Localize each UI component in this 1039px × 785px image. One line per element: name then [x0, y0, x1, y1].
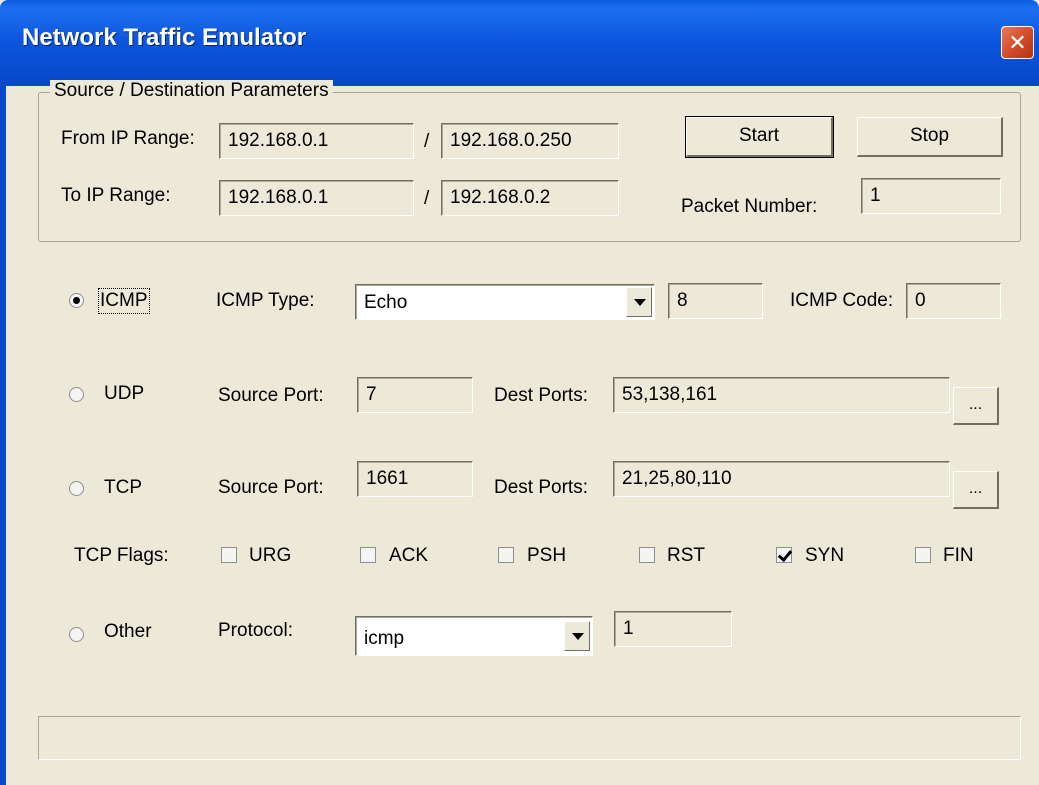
close-button[interactable]: ✕	[1001, 26, 1034, 59]
tcp-radio[interactable]	[69, 481, 84, 496]
flag-psh-checkbox[interactable]	[498, 547, 514, 563]
title-bar[interactable]: Network Traffic Emulator ✕	[0, 0, 1039, 86]
udp-dest-ports-field[interactable]: 53,138,161	[613, 377, 950, 413]
from-range-separator: /	[424, 131, 430, 152]
packet-number-label: Packet Number:	[681, 196, 818, 217]
flag-syn-checkbox[interactable]	[776, 547, 792, 563]
source-destination-group	[38, 92, 1021, 242]
protocol-number-field[interactable]: 1	[614, 611, 732, 647]
icmp-type-dropdown[interactable]: Echo	[355, 284, 655, 320]
tcp-source-port-label: Source Port:	[218, 477, 324, 498]
tcp-dest-ports-field[interactable]: 21,25,80,110	[613, 461, 950, 497]
flag-psh-label[interactable]: PSH	[527, 545, 566, 567]
tcp-dest-ports-browse-button[interactable]: ...	[953, 471, 999, 509]
from-ip-start-field[interactable]: 192.168.0.1	[219, 123, 414, 159]
flag-ack-checkbox[interactable]	[360, 547, 376, 563]
udp-source-port-field[interactable]: 7	[357, 377, 473, 413]
icmp-type-label: ICMP Type:	[216, 290, 315, 311]
tcp-source-port-field[interactable]: 1661	[357, 461, 473, 497]
protocol-dropdown[interactable]: icmp	[355, 616, 593, 656]
udp-dest-ports-browse-button[interactable]: ...	[953, 387, 999, 425]
from-ip-end-field[interactable]: 192.168.0.250	[441, 123, 619, 159]
stop-button[interactable]: Stop	[857, 117, 1003, 157]
group-legend: Source / Destination Parameters	[50, 80, 333, 102]
window-title: Network Traffic Emulator	[22, 24, 307, 51]
icmp-code-field[interactable]: 0	[906, 283, 1001, 319]
start-button[interactable]: Start	[685, 116, 834, 158]
protocol-value: icmp	[364, 628, 405, 649]
flag-fin-label[interactable]: FIN	[943, 545, 974, 567]
icmp-radio-label[interactable]: ICMP	[98, 288, 150, 314]
from-ip-range-label: From IP Range:	[61, 128, 195, 149]
other-radio-label[interactable]: Other	[104, 621, 152, 643]
protocol-label: Protocol:	[218, 620, 293, 641]
udp-radio[interactable]	[69, 387, 84, 402]
flag-syn-label[interactable]: SYN	[805, 545, 844, 567]
status-bar	[38, 716, 1021, 760]
tcp-flags-label: TCP Flags:	[74, 545, 169, 566]
flag-fin-checkbox[interactable]	[915, 547, 931, 563]
to-ip-start-field[interactable]: 192.168.0.1	[219, 180, 414, 216]
close-icon: ✕	[1008, 30, 1027, 55]
udp-source-port-label: Source Port:	[218, 385, 324, 406]
to-ip-end-field[interactable]: 192.168.0.2	[441, 180, 619, 216]
packet-number-field[interactable]: 1	[861, 178, 1001, 214]
udp-radio-label[interactable]: UDP	[104, 383, 144, 405]
to-range-separator: /	[424, 188, 430, 209]
chevron-down-icon[interactable]	[626, 287, 652, 317]
udp-dest-ports-label: Dest Ports:	[494, 385, 588, 406]
icmp-type-value: Echo	[364, 292, 408, 313]
chevron-down-icon[interactable]	[564, 621, 590, 651]
flag-urg-label[interactable]: URG	[249, 545, 291, 567]
flag-ack-label[interactable]: ACK	[389, 545, 428, 567]
flag-urg-checkbox[interactable]	[221, 547, 237, 563]
icmp-radio[interactable]	[69, 293, 84, 308]
flag-rst-checkbox[interactable]	[639, 547, 655, 563]
icmp-type-number-field[interactable]: 8	[668, 283, 763, 319]
to-ip-range-label: To IP Range:	[61, 185, 171, 206]
flag-rst-label[interactable]: RST	[667, 545, 705, 567]
icmp-code-label: ICMP Code:	[790, 290, 894, 311]
tcp-dest-ports-label: Dest Ports:	[494, 477, 588, 498]
other-radio[interactable]	[69, 627, 84, 642]
tcp-radio-label[interactable]: TCP	[104, 477, 142, 499]
